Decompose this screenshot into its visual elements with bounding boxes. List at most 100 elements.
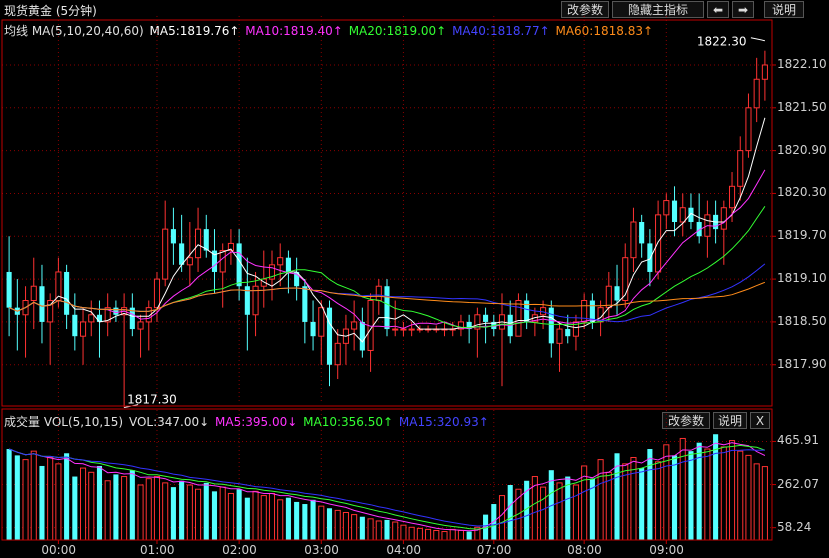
volume-bar-up (540, 486, 547, 541)
candle-body-up (79, 321, 87, 337)
candle-body-up (334, 342, 341, 366)
candle-body-up (720, 207, 727, 230)
price-tick-label: 1820.90 (777, 142, 827, 157)
candle-body-up (745, 107, 752, 152)
volume-bar-up (498, 495, 506, 541)
volume-bar-down (14, 455, 20, 540)
volume-bar-up (720, 446, 727, 541)
candle-body-up (186, 257, 193, 266)
volume-bar-up (605, 471, 612, 541)
low-label: 1817.30 (127, 393, 177, 407)
volume-bar-down (236, 489, 242, 540)
volume-bar-down (294, 501, 300, 540)
volume-bar-up (252, 490, 259, 541)
volume-bar-up (186, 484, 193, 541)
volume-bar-up (745, 454, 752, 541)
volume-bar-up (55, 463, 62, 541)
candle-body-up (219, 250, 226, 273)
candle-body-down (359, 321, 365, 351)
time-tick-label: 01:00 (139, 543, 175, 557)
volume-bar-up (342, 512, 349, 541)
candle-body-down (285, 257, 291, 272)
volume-bar-down (64, 453, 70, 540)
volume-bar-down (285, 497, 291, 540)
volume-bar-up (260, 495, 267, 541)
volume-bar-up (400, 524, 407, 541)
volume-bar-up (195, 488, 202, 541)
price-tick-label: 1817.90 (777, 356, 827, 371)
volume-bar-down (72, 476, 78, 540)
volume-tick-label: 262.07 (777, 476, 819, 491)
volume-bar-up (104, 480, 111, 541)
candle-body-up (515, 300, 522, 337)
volume-bar-up (351, 514, 358, 541)
chart-canvas: 1822.30 1817.30 (1, 16, 776, 544)
candle-body-down (483, 314, 489, 322)
price-tick-label: 1820.30 (777, 185, 827, 200)
candle-body-up (88, 314, 95, 323)
time-tick-label: 00:00 (41, 543, 76, 557)
volume-bar-up (79, 467, 87, 541)
candle-body-down (384, 286, 390, 330)
candle-body-down (179, 243, 185, 265)
volume-tick-label: 465.91 (777, 433, 819, 448)
price-tick-label: 1818.50 (777, 313, 827, 328)
candle-body-up (30, 285, 37, 302)
price-tick-label: 1822.10 (777, 56, 827, 71)
volume-bar-down (170, 487, 176, 540)
volume-bar-up (145, 478, 152, 541)
volume-bar-up (655, 461, 662, 541)
candle-body-down (72, 314, 78, 337)
volume-bar-down (113, 474, 119, 540)
price-tick-label: 1819.70 (777, 228, 827, 243)
volume-bar-down (203, 482, 209, 540)
volume-bar-up (433, 529, 440, 541)
candle-body-up (556, 328, 563, 344)
volume-bar-up (30, 450, 37, 541)
candle-body-up (663, 200, 670, 216)
volume-bar-down (302, 504, 308, 540)
candle-body-down (302, 286, 308, 322)
candle-body-up (351, 321, 358, 330)
candle-body-down (203, 229, 209, 251)
volume-bar-down (639, 468, 645, 540)
volume-bar-up (556, 482, 563, 541)
candle-body-down (647, 243, 653, 272)
volume-bar-up (47, 457, 54, 541)
volume-bar-down (384, 519, 390, 540)
high-label: 1822.30 (697, 35, 747, 49)
volume-tick-label: 58.24 (777, 519, 812, 534)
candle-body-up (162, 228, 169, 280)
volume-bar-up (457, 529, 464, 541)
candle-body-down (39, 286, 45, 322)
volume-bar-up (88, 471, 95, 541)
candle-body-down (310, 321, 316, 337)
volume-bar-up (572, 484, 579, 541)
volume-bar-down (647, 449, 653, 540)
volume-bar-down (39, 465, 45, 540)
volume-bar-up (334, 509, 341, 541)
volume-bar-down (507, 485, 513, 540)
candle-body-up (761, 64, 768, 80)
chart-window: 现货黄金 (5分钟) 改参数 隐藏主指标 ⬅ ➡ 说明 均线 MA(5,10,2… (0, 0, 829, 558)
volume-bar-up (753, 463, 760, 541)
candle-body-up (655, 214, 662, 273)
candles (6, 50, 768, 408)
volume-bar-down (359, 516, 365, 540)
price-tick-label: 1819.10 (777, 271, 827, 286)
time-tick-label: 07:00 (476, 543, 512, 557)
volume-bar-up (761, 466, 768, 541)
candle-body-up (375, 285, 382, 302)
volume-bar-down (688, 451, 694, 540)
volume-bar-up (392, 521, 399, 541)
volume-bar-down (244, 497, 250, 540)
volume-bar-up (22, 459, 29, 541)
volume-bars (6, 434, 768, 541)
volume-bar-down (129, 470, 135, 540)
time-tick-label: 02:00 (222, 543, 257, 557)
volume-bar-up (416, 527, 423, 541)
candle-body-up (408, 328, 415, 331)
volume-bar-up (425, 528, 432, 541)
candle-body-down (671, 200, 678, 222)
volume-bar-up (367, 518, 374, 541)
